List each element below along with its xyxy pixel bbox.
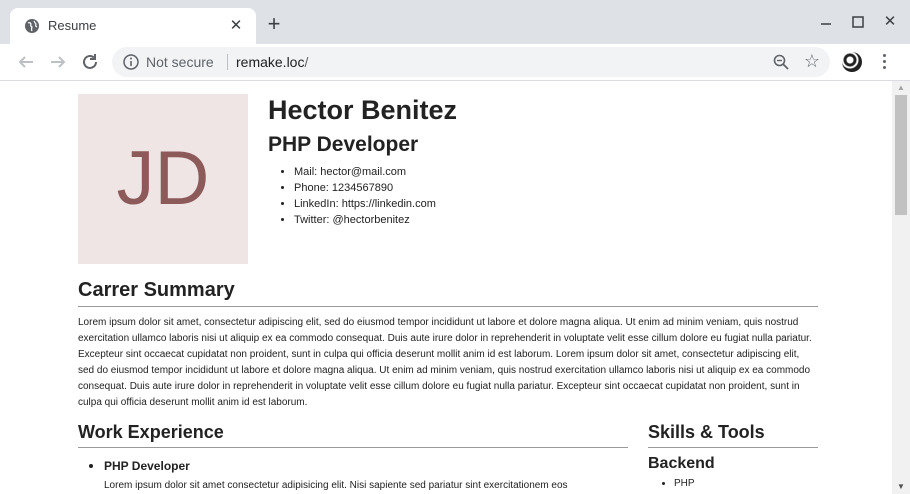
url-path: / xyxy=(304,54,309,70)
zoom-out-icon[interactable] xyxy=(772,53,790,71)
skill-group-title: Backend xyxy=(648,455,715,472)
page-viewport: JD Hector Benitez PHP Developer Mail: he… xyxy=(0,81,892,494)
skill-list: PHP xyxy=(648,476,818,492)
contact-twitter: Twitter: @hectorbenitez xyxy=(294,212,808,228)
contact-mail: Mail: hector@mail.com xyxy=(294,164,808,180)
star-icon[interactable]: ☆ xyxy=(804,52,820,70)
skills-heading: Skills & Tools xyxy=(648,422,765,442)
reload-icon[interactable] xyxy=(78,50,102,74)
kebab-menu-icon[interactable] xyxy=(878,52,890,72)
work-section: Work Experience PHP Developer Lorem ipsu… xyxy=(78,420,628,494)
maximize-icon[interactable] xyxy=(848,12,868,32)
globe-icon xyxy=(25,19,39,33)
window-close-icon[interactable]: ✕ xyxy=(880,12,900,32)
profile-avatar[interactable] xyxy=(842,52,862,72)
address-bar[interactable]: Not secure remake.loc/ ☆ xyxy=(112,47,830,77)
scroll-up-arrow-icon[interactable]: ▲ xyxy=(892,83,910,93)
contact-linkedin: LinkedIn: https://linkedin.com xyxy=(294,196,808,212)
work-heading: Work Experience xyxy=(78,422,224,442)
minimize-icon[interactable] xyxy=(816,12,836,32)
tab-title: Resume xyxy=(48,18,97,33)
omnibox-separator xyxy=(227,54,228,70)
summary-text: Lorem ipsum dolor sit amet, consectetur … xyxy=(78,317,812,408)
close-icon[interactable]: ✕ xyxy=(226,16,246,36)
job-list: PHP Developer Lorem ipsum dolor sit amet… xyxy=(78,457,628,494)
job-description: Lorem ipsum dolor sit amet consectetur a… xyxy=(104,480,568,491)
scroll-thumb[interactable] xyxy=(895,95,907,215)
contact-phone: Phone: 1234567890 xyxy=(294,180,808,196)
summary-heading: Carrer Summary xyxy=(78,279,235,301)
work-divider xyxy=(78,447,628,448)
summary-section: Carrer Summary xyxy=(78,277,818,307)
forward-arrow-icon[interactable] xyxy=(46,50,70,74)
skills-divider xyxy=(648,447,818,448)
page-scrollbar[interactable]: ▲ ▼ xyxy=(892,81,910,494)
security-label[interactable]: Not secure xyxy=(146,54,214,70)
skills-section: Skills & Tools Backend PHP xyxy=(648,420,818,492)
scroll-down-arrow-icon[interactable]: ▼ xyxy=(892,482,910,492)
header-info: Hector Benitez PHP Developer Mail: hecto… xyxy=(268,94,808,228)
job-title: PHP Developer xyxy=(104,459,190,473)
info-icon[interactable] xyxy=(122,53,140,71)
contact-list: Mail: hector@mail.com Phone: 1234567890 … xyxy=(268,164,808,228)
person-role: PHP Developer xyxy=(268,133,419,156)
tab-strip: Resume ✕ + ✕ xyxy=(0,0,910,44)
new-tab-button[interactable]: + xyxy=(264,13,284,35)
url-host: remake.loc xyxy=(236,54,305,70)
back-arrow-icon[interactable] xyxy=(14,50,38,74)
person-name: Hector Benitez xyxy=(268,95,458,125)
job-item: PHP Developer Lorem ipsum dolor sit amet… xyxy=(104,457,628,494)
profile-photo: JD xyxy=(78,94,248,264)
tab-resume[interactable]: Resume ✕ xyxy=(10,8,256,44)
skill-item: PHP xyxy=(674,476,818,492)
url-text[interactable]: remake.loc/ xyxy=(236,54,308,70)
summary-divider xyxy=(78,306,818,307)
browser-toolbar: Not secure remake.loc/ ☆ xyxy=(0,44,910,80)
